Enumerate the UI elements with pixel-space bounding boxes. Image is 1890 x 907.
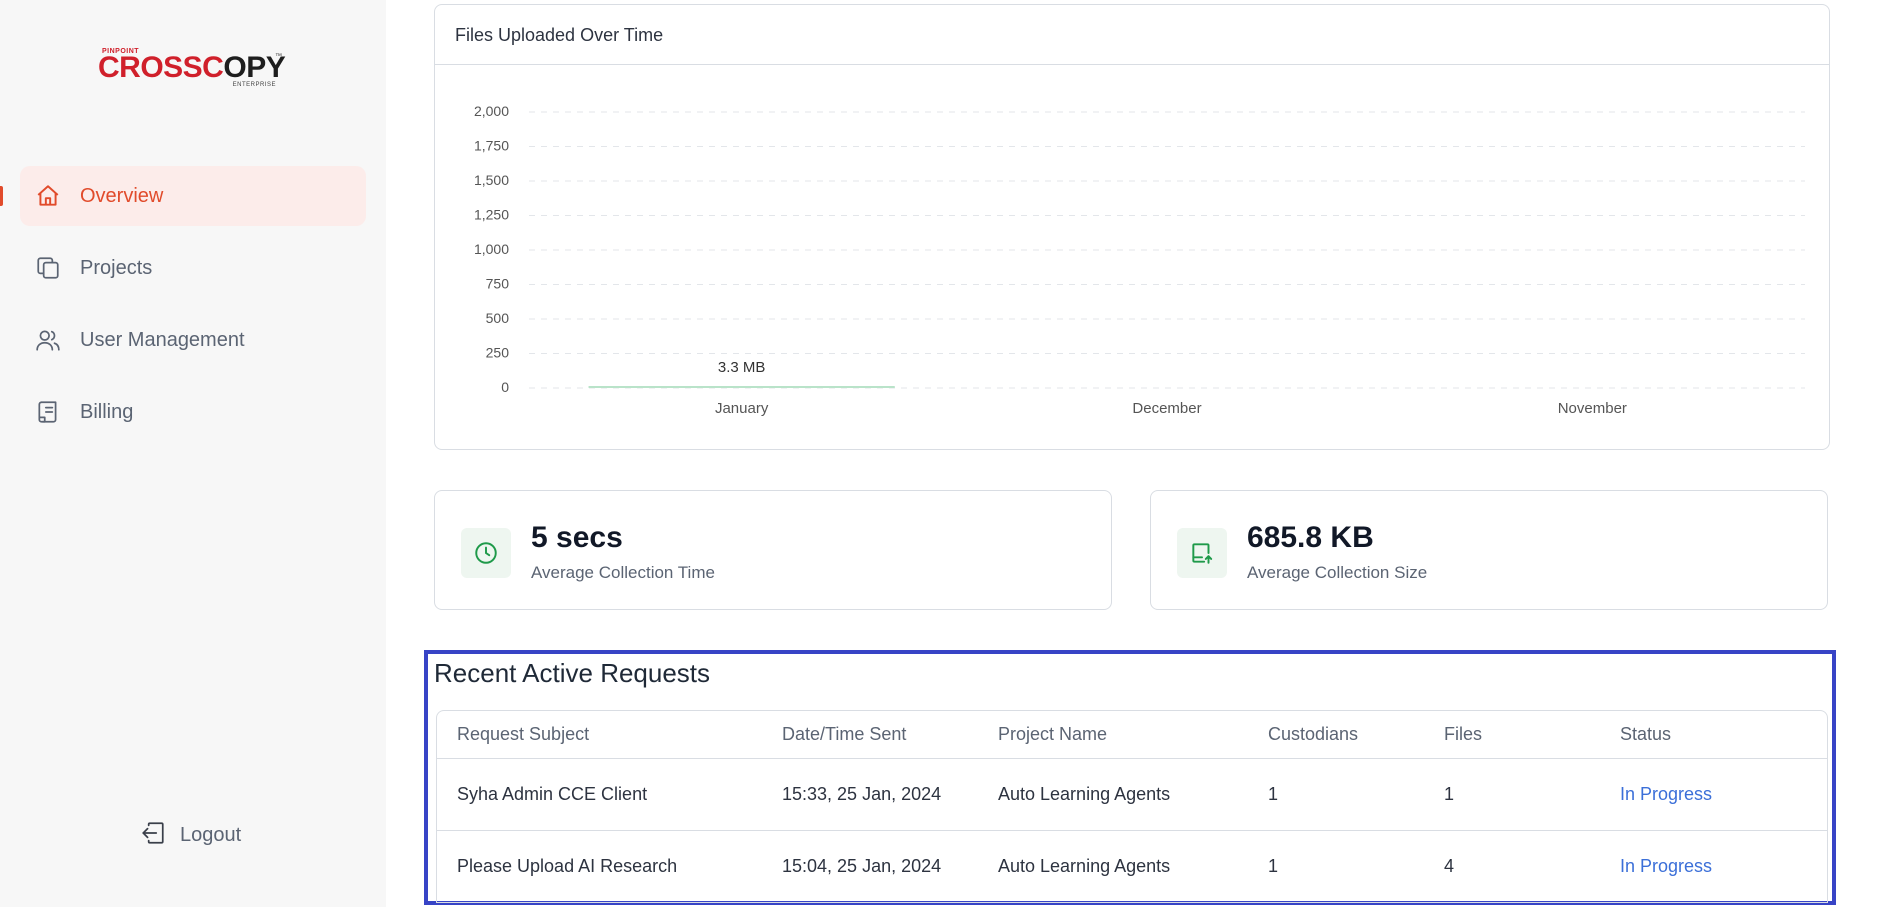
sidebar-item-overview[interactable]: Overview [20,166,366,226]
section-title: Recent Active Requests [434,658,711,688]
active-indicator [0,186,3,206]
column-header-status: Status [1620,724,1672,744]
logout-icon [140,820,166,851]
y-tick-label: 1,500 [474,172,509,188]
column-header-files: Files [1444,724,1483,744]
x-tick-label: November [1558,400,1627,417]
y-tick-label: 750 [486,276,510,292]
date-time-sent: 15:33, 25 Jan, 2024 [782,784,942,804]
logo-wordmark: CROSSCOPY [98,51,286,84]
stat-value: 5 secs [531,521,623,554]
custodians-count: 1 [1268,856,1279,876]
project-name: Auto Learning Agents [998,856,1171,876]
stat-card-collection-size: 685.8 KB Average Collection Size [1150,490,1828,610]
recent-active-requests-section: Recent Active Requests Request Subject D… [424,650,1836,905]
logout-button[interactable]: Logout [140,820,241,851]
projects-icon [34,254,62,282]
x-tick-label: December [1132,400,1201,417]
clock-icon [461,528,511,578]
sidebar-item-label: Billing [80,400,134,423]
stat-value: 685.8 KB [1247,521,1374,554]
logo-trademark: ™ [275,53,282,60]
y-tick-label: 500 [486,310,510,326]
status-link[interactable]: In Progress [1620,759,1712,830]
project-name: Auto Learning Agents [998,784,1171,804]
request-subject: Please Upload AI Research [457,856,678,876]
sidebar: PINPOINT CROSSCOPY ™ ENTERPRISE Overview… [0,0,386,907]
upload-icon [1177,528,1227,578]
sidebar-item-label: Overview [80,184,164,207]
custodians-count: 1 [1268,784,1279,804]
logout-label: Logout [180,824,242,846]
y-tick-label: 2,000 [474,103,509,119]
billing-icon [34,398,62,426]
requests-table: Request Subject Date/Time Sent Project N… [436,710,1828,903]
table-row[interactable]: Please Upload AI Research 15:04, 25 Jan,… [437,831,1827,903]
sidebar-item-label: User Management [80,328,245,351]
column-header-date-time-sent: Date/Time Sent [782,724,907,744]
files-uploaded-chart: 0 250 500 750 1,000 1,250 1,500 1,750 2,000 3.3 M… [474,103,1805,417]
y-tick-label: 250 [486,345,510,361]
request-subject: Syha Admin CCE Client [457,784,648,804]
stat-label: Average Collection Time [531,563,715,582]
files-count: 1 [1444,784,1455,804]
y-tick-label: 1,750 [474,138,509,154]
bar [588,386,895,388]
sidebar-item-label: Projects [80,256,153,279]
y-tick-label: 0 [501,379,509,395]
chart-title: Files Uploaded Over Time [455,25,664,45]
column-header-custodians: Custodians [1268,724,1359,744]
stat-label: Average Collection Size [1247,563,1428,582]
logo-tagline-bottom: ENTERPRISE [232,82,276,88]
x-tick-label: January [715,400,769,417]
y-tick-label: 1,250 [474,207,509,223]
date-time-sent: 15:04, 25 Jan, 2024 [782,856,942,876]
y-tick-label: 1,000 [474,241,509,257]
table-header-row: Request Subject Date/Time Sent Project N… [437,711,1827,759]
sidebar-item-projects[interactable]: Projects [20,238,366,298]
home-icon [34,182,62,210]
sidebar-item-user-management[interactable]: User Management [20,310,366,370]
column-header-project-name: Project Name [998,724,1108,744]
users-icon [34,326,62,354]
sidebar-item-billing[interactable]: Billing [20,382,366,442]
table-row[interactable]: Syha Admin CCE Client 15:33, 25 Jan, 202… [437,759,1827,831]
files-uploaded-chart-card: Files Uploaded Over Time 0 250 500 750 1,000… [434,4,1830,450]
files-count: 4 [1444,856,1455,876]
logo-name-red: CROSSC [98,51,224,84]
brand-logo: PINPOINT CROSSCOPY ™ ENTERPRISE [98,48,288,90]
status-link[interactable]: In Progress [1620,831,1712,902]
stat-card-collection-time: 5 secs Average Collection Time [434,490,1112,610]
bar-value-label: 3.3 MB [718,359,766,376]
logo-check-o: O [223,51,247,84]
column-header-request-subject: Request Subject [457,724,590,744]
